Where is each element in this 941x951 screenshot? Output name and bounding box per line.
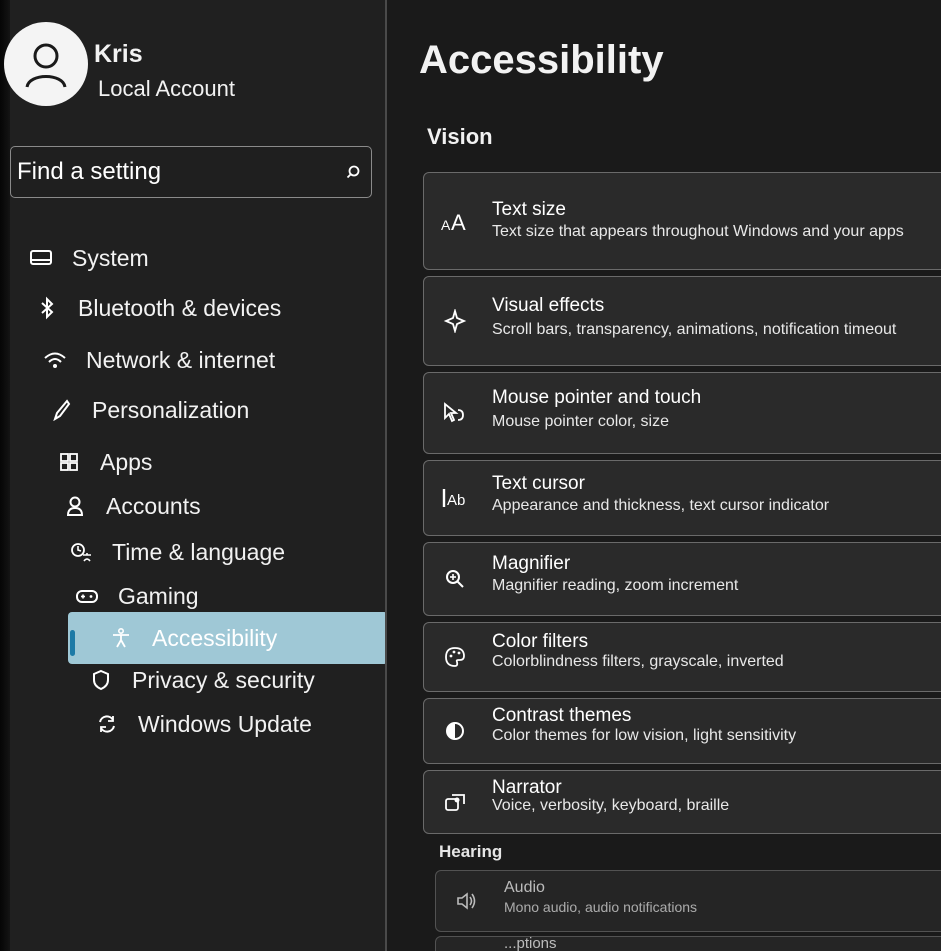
sidebar-item-label: Personalization [92, 396, 250, 423]
gamepad-icon [70, 583, 104, 609]
section-title-vision: Vision [427, 124, 493, 149]
accessibility-icon [104, 625, 138, 651]
person-icon [25, 43, 67, 88]
card-subtitle: Scroll bars, transparency, animations, n… [492, 321, 897, 338]
sidebar-item-label: Apps [100, 448, 153, 475]
sidebar-item-gaming[interactable]: Gaming [70, 576, 199, 616]
card-subtitle: Text size that appears throughout Window… [492, 223, 904, 240]
monitor-icon [24, 245, 58, 271]
sidebar-item-accounts[interactable]: Accounts [58, 486, 201, 526]
card-color-filters[interactable]: Color filters Colorblindness filters, gr… [423, 622, 941, 692]
sidebar-item-network[interactable]: Network & internet [38, 340, 275, 380]
sidebar-item-label: Accessibility [152, 624, 278, 651]
sidebar-item-label: Network & internet [86, 346, 276, 373]
search-icon[interactable] [335, 164, 371, 180]
color-filters-icon [440, 642, 470, 672]
card-title: Contrast themes [492, 705, 632, 726]
card-title: Narrator [492, 777, 562, 798]
update-icon [90, 711, 124, 737]
settings-window: Kris Local Account Find a setting System… [0, 0, 941, 951]
card-subtitle: Mouse pointer color, size [492, 413, 669, 430]
avatar[interactable] [4, 22, 88, 106]
svg-text:A: A [441, 217, 451, 232]
card-subtitle: Voice, verbosity, keyboard, braille [492, 797, 730, 814]
card-subtitle: Mono audio, audio notifications [504, 899, 698, 915]
bluetooth-icon [30, 295, 64, 321]
contrast-themes-icon [440, 716, 470, 746]
time-language-icon [64, 539, 98, 565]
search-box[interactable]: Find a setting [10, 146, 372, 198]
sidebar-item-label: Bluetooth & devices [78, 294, 282, 321]
visual-effects-icon [440, 306, 470, 336]
sidebar-item-label: Gaming [118, 582, 199, 609]
sidebar-item-label: System [72, 244, 149, 271]
page-title: Accessibility [419, 38, 664, 82]
search-input[interactable]: Find a setting [17, 158, 335, 186]
apps-grid-icon [52, 449, 86, 475]
sidebar-item-label: Time & language [112, 538, 286, 565]
audio-icon [452, 886, 482, 916]
account-icon [58, 493, 92, 519]
selection-indicator [70, 630, 75, 656]
sidebar: Kris Local Account Find a setting System… [4, 0, 388, 951]
shield-icon [84, 667, 118, 693]
card-visual-effects[interactable]: Visual effects Scroll bars, transparency… [423, 276, 941, 366]
card-title: ...ptions [504, 935, 557, 951]
sidebar-item-system[interactable]: System [24, 238, 149, 278]
sidebar-item-personalization[interactable]: Personalization [44, 390, 249, 430]
sidebar-item-bluetooth[interactable]: Bluetooth & devices [30, 288, 281, 328]
card-text-cursor[interactable]: Ab Text cursor Appearance and thickness,… [423, 460, 941, 536]
magnifier-icon [440, 564, 470, 594]
card-captions[interactable]: ...ptions [435, 935, 941, 951]
card-text-size[interactable]: AA Text size Text size that appears thro… [423, 172, 941, 270]
sidebar-item-accessibility[interactable]: Accessibility [68, 612, 388, 664]
brush-icon [44, 397, 78, 423]
user-name: Kris [94, 40, 143, 68]
card-title: Audio [504, 879, 545, 896]
card-title: Mouse pointer and touch [492, 387, 702, 408]
sidebar-item-privacy[interactable]: Privacy & security [84, 660, 315, 700]
card-mouse-pointer[interactable]: Mouse pointer and touch Mouse pointer co… [423, 372, 941, 454]
svg-text:A: A [451, 210, 466, 232]
card-audio[interactable]: Audio Mono audio, audio notifications [435, 870, 941, 932]
card-contrast-themes[interactable]: Contrast themes Color themes for low vis… [423, 698, 941, 764]
card-subtitle: Appearance and thickness, text cursor in… [492, 497, 830, 514]
card-title: Color filters [492, 631, 589, 652]
text-size-icon: AA [440, 206, 470, 236]
sidebar-item-windows-update[interactable]: Windows Update [90, 704, 312, 744]
wifi-icon [38, 347, 72, 373]
card-title: Text size [492, 199, 566, 220]
card-magnifier[interactable]: Magnifier Magnifier reading, zoom increm… [423, 542, 941, 616]
svg-text:Ab: Ab [447, 492, 465, 509]
card-title: Visual effects [492, 295, 605, 316]
card-title: Magnifier [492, 553, 571, 574]
sidebar-item-label: Accounts [106, 492, 201, 519]
card-title: Text cursor [492, 473, 585, 494]
main-content: Accessibility Vision AA Text size Text s… [387, 0, 941, 951]
card-narrator[interactable]: Narrator Voice, verbosity, keyboard, bra… [423, 770, 941, 834]
card-subtitle: Magnifier reading, zoom increment [492, 577, 739, 594]
card-subtitle: Colorblindness filters, grayscale, inver… [492, 653, 784, 670]
text-cursor-icon: Ab [440, 483, 470, 513]
card-subtitle: Color themes for low vision, light sensi… [492, 727, 797, 744]
account-type: Local Account [98, 76, 235, 101]
screen-bezel [0, 0, 10, 951]
sidebar-item-label: Privacy & security [132, 666, 315, 693]
sidebar-item-time-language[interactable]: Time & language [64, 532, 285, 572]
section-title-hearing: Hearing [439, 842, 503, 861]
mouse-pointer-icon [440, 398, 470, 428]
narrator-icon [440, 787, 470, 817]
sidebar-item-label: Windows Update [138, 710, 312, 737]
sidebar-item-apps[interactable]: Apps [52, 442, 152, 482]
